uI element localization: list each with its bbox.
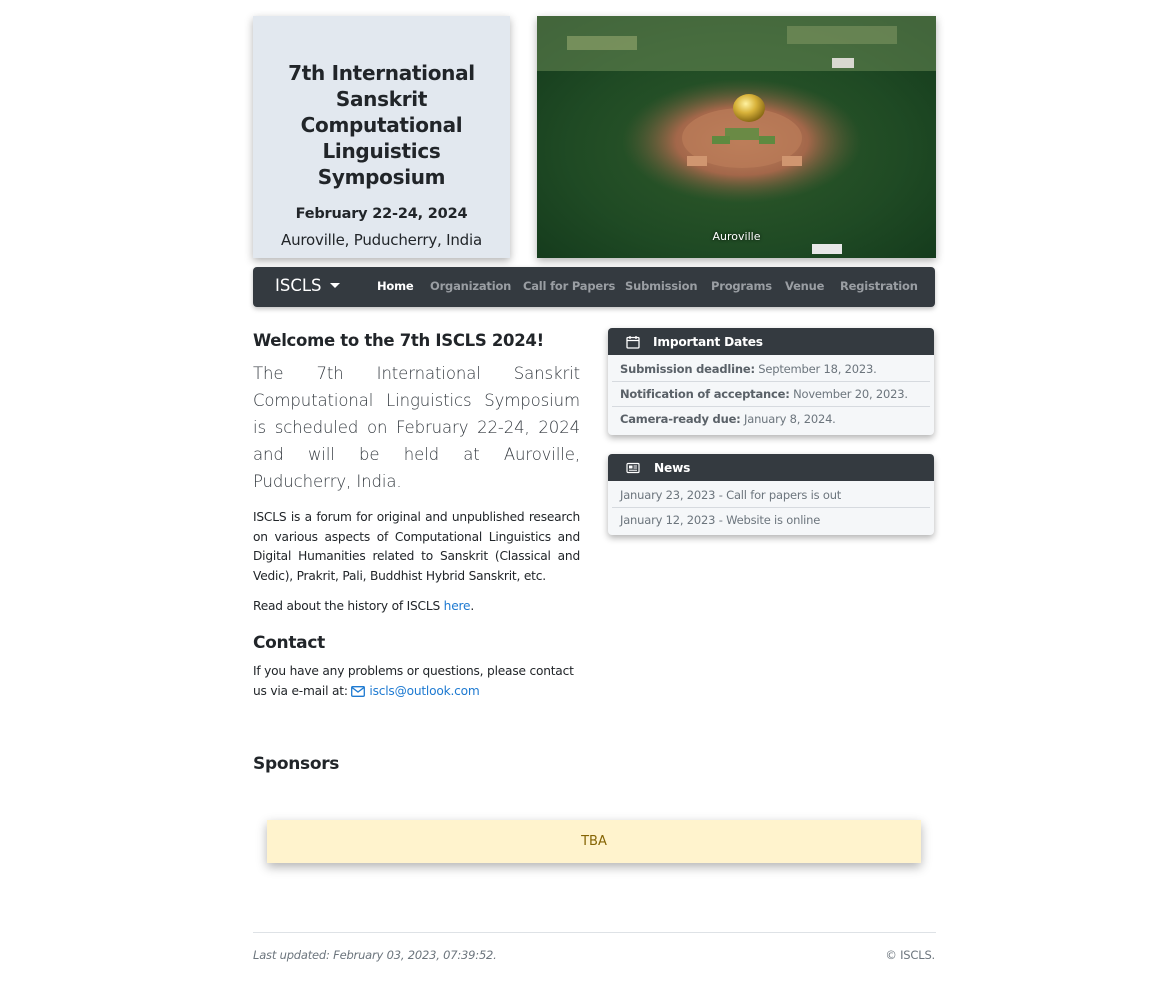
news-header: News: [608, 454, 934, 481]
navbar-brand-dropdown[interactable]: ISCLS: [275, 276, 340, 295]
date-label: Camera-ready due:: [620, 412, 741, 426]
news-card: News January 23, 2023 - Call for papers …: [608, 454, 934, 535]
date-label: Notification of acceptance:: [620, 387, 790, 401]
copyright: © ISCLS.: [885, 948, 935, 962]
caret-down-icon: [329, 283, 340, 288]
history-link[interactable]: here: [444, 599, 471, 613]
nav-organization[interactable]: Organization: [430, 279, 511, 293]
welcome-heading: Welcome to the 7th ISCLS 2024!: [253, 331, 544, 350]
conference-title: 7th International Sanskrit Computational…: [288, 61, 475, 189]
navbar-brand-label: ISCLS: [275, 276, 322, 295]
contact-email: iscls@outlook.com: [369, 683, 480, 698]
nav-call-for-papers[interactable]: Call for Papers: [523, 279, 615, 293]
important-dates-card: Important Dates Submission deadline: Sep…: [608, 328, 934, 435]
newspaper-icon: [626, 462, 640, 473]
news-title: News: [654, 460, 691, 475]
important-dates-header: Important Dates: [608, 328, 934, 355]
main-navbar: ISCLS Home Organization Call for Papers …: [253, 267, 935, 307]
nav-programs[interactable]: Programs: [711, 279, 772, 293]
date-value: January 8, 2024.: [740, 412, 836, 426]
auroville-aerial-image: [537, 16, 936, 258]
nav-home[interactable]: Home: [377, 279, 414, 293]
photo-caption: Auroville: [712, 230, 761, 243]
contact-paragraph: If you have any problems or questions, p…: [253, 662, 583, 701]
conference-dates: February 22-24, 2024: [295, 206, 468, 222]
sponsors-tba-alert: TBA: [267, 820, 921, 863]
contact-heading: Contact: [253, 633, 325, 653]
last-updated: Last updated: February 03, 2023, 07:39:5…: [253, 948, 497, 962]
auroville-photo: Auroville: [537, 16, 936, 258]
header-title-card: 7th International Sanskrit Computational…: [253, 16, 510, 258]
history-line: Read about the history of ISCLS here.: [253, 599, 474, 613]
conference-location: Auroville, Puducherry, India: [281, 231, 482, 249]
date-label: Submission deadline:: [620, 362, 755, 376]
date-value: September 18, 2023.: [754, 362, 877, 376]
iscls-description: ISCLS is a forum for original and unpubl…: [253, 510, 580, 583]
date-row-camera-ready: Camera-ready due: January 8, 2024.: [612, 407, 930, 435]
news-item: January 12, 2023 - Website is online: [620, 513, 821, 527]
important-dates-title: Important Dates: [653, 334, 763, 349]
intro-lead: The 7th International Sanskrit Computati…: [253, 364, 580, 491]
sponsors-heading: Sponsors: [253, 754, 340, 774]
date-value: November 20, 2023.: [789, 387, 908, 401]
history-text: Read about the history of ISCLS: [253, 599, 444, 613]
date-row-submission: Submission deadline: September 18, 2023.: [612, 355, 930, 382]
footer-divider: [253, 932, 936, 933]
calendar-icon: [626, 335, 640, 349]
contact-email-link[interactable]: iscls@outlook.com: [351, 683, 480, 698]
news-item: January 23, 2023 - Call for papers is ou…: [612, 481, 930, 508]
nav-registration[interactable]: Registration: [840, 279, 918, 293]
history-end: .: [470, 599, 475, 613]
envelope-icon: [351, 685, 366, 697]
nav-venue[interactable]: Venue: [785, 279, 824, 293]
date-row-notification: Notification of acceptance: November 20,…: [612, 382, 930, 407]
nav-submission[interactable]: Submission: [625, 279, 698, 293]
